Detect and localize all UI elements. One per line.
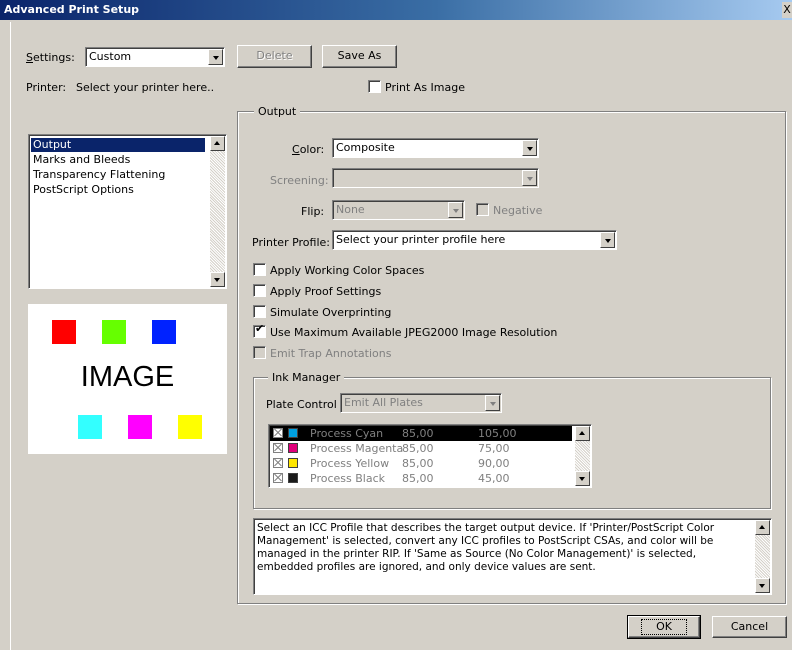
flip-value: None (336, 203, 365, 216)
ink-value-2: 90,00 (478, 457, 510, 470)
simulate-overprinting-label[interactable]: Simulate Overprinting (270, 306, 391, 319)
printer-label: Printer: (26, 81, 67, 94)
scroll-up-icon[interactable] (755, 520, 770, 535)
chevron-down-icon[interactable] (600, 232, 615, 248)
ink-swatch (288, 428, 298, 438)
delete-button[interactable]: Delete (237, 45, 312, 68)
swatch-blue (152, 320, 176, 344)
ink-disabled-icon (273, 458, 283, 468)
ink-disabled-icon (273, 443, 283, 453)
checkmark-icon: ✔ (255, 322, 265, 335)
ink-swatch (288, 458, 298, 468)
ink-name: Process Magenta (310, 442, 404, 455)
ink-row-process-cyan[interactable]: Process Cyan 85,00 105,00 (270, 426, 572, 441)
scroll-down-icon[interactable] (210, 272, 225, 287)
title-bar: Advanced Print Setup X (0, 0, 792, 20)
ink-value-1: 85,00 (402, 472, 434, 485)
ok-label: OK (641, 619, 687, 635)
preview-image-label: IMAGE (80, 361, 175, 393)
ok-button[interactable]: OK (627, 615, 701, 639)
sidebar-item-postscript-options[interactable]: PostScript Options (31, 183, 134, 197)
sidebar-item-output[interactable]: Output (31, 138, 205, 152)
ink-name: Process Yellow (310, 457, 390, 470)
apply-working-color-spaces-label[interactable]: Apply Working Color Spaces (270, 264, 424, 277)
negative-label[interactable]: Negative (493, 204, 542, 217)
settings-label: Settings: (26, 51, 75, 64)
printer-profile-label: Printer Profile: (252, 236, 330, 249)
flip-label: Flip: (301, 205, 325, 218)
settings-dropdown[interactable]: Custom (85, 47, 225, 67)
chevron-down-icon[interactable] (522, 170, 537, 186)
swatch-magenta (128, 415, 152, 439)
printer-profile-dropdown[interactable]: Select your printer profile here (332, 230, 617, 250)
scroll-up-icon[interactable] (210, 136, 225, 151)
ink-row-process-magenta[interactable]: Process Magenta 85,00 75,00 (270, 441, 572, 456)
use-max-jpeg2000-label[interactable]: Use Maximum Available JPEG2000 Image Res… (270, 326, 557, 339)
sidebar-item-transparency-flattening[interactable]: Transparency Flattening (31, 168, 165, 182)
flip-dropdown[interactable]: None (332, 200, 465, 220)
screening-dropdown[interactable] (332, 168, 539, 188)
ink-value-1: 85,00 (402, 442, 434, 455)
emit-trap-annotations-checkbox[interactable] (253, 346, 266, 359)
printer-value: Select your printer here.. (76, 81, 215, 94)
emit-trap-annotations-label[interactable]: Emit Trap Annotations (270, 347, 391, 360)
ink-disabled-icon (273, 473, 283, 483)
ink-manager-legend: Ink Manager (268, 371, 345, 384)
list-scrollbar[interactable] (210, 136, 225, 287)
description-text: Select an ICC Profile that describes the… (257, 522, 715, 573)
swatch-yellow (178, 415, 202, 439)
swatch-cyan (78, 415, 102, 439)
apply-proof-settings-label[interactable]: Apply Proof Settings (270, 285, 381, 298)
color-label: Color: (292, 143, 325, 156)
settings-value: Custom (89, 50, 132, 63)
description-box: Select an ICC Profile that describes the… (253, 518, 772, 595)
color-value: Composite (336, 141, 395, 154)
ink-row-process-black[interactable]: Process Black 85,00 45,00 (270, 471, 572, 486)
plate-control-dropdown[interactable]: Emit All Plates (340, 393, 502, 413)
ink-value-2: 75,00 (478, 442, 510, 455)
print-preview: IMAGE (28, 304, 227, 454)
ink-swatch (288, 443, 298, 453)
chevron-down-icon[interactable] (522, 140, 537, 156)
simulate-overprinting-checkbox[interactable] (253, 305, 266, 318)
sidebar-item-marks-and-bleeds[interactable]: Marks and Bleeds (31, 153, 130, 167)
negative-checkbox[interactable] (476, 203, 489, 216)
apply-proof-settings-checkbox[interactable] (253, 284, 266, 297)
category-list: Output Marks and Bleeds Transparency Fla… (28, 134, 227, 289)
color-dropdown[interactable]: Composite (332, 138, 539, 158)
ink-list: Process Cyan 85,00 105,00 Process Magent… (268, 424, 592, 488)
ink-value-1: 85,00 (402, 457, 434, 470)
ink-disabled-icon (273, 428, 283, 438)
ink-value-2: 105,00 (478, 427, 517, 440)
ink-row-process-yellow[interactable]: Process Yellow 85,00 90,00 (270, 456, 572, 471)
output-legend: Output (254, 105, 301, 118)
ink-value-2: 45,00 (478, 472, 510, 485)
apply-working-color-spaces-checkbox[interactable] (253, 263, 266, 276)
swatch-green (102, 320, 126, 344)
scroll-up-icon[interactable] (575, 426, 590, 441)
close-icon[interactable]: X (782, 2, 792, 18)
description-scrollbar[interactable] (755, 520, 770, 593)
print-as-image-checkbox[interactable] (368, 80, 381, 93)
chevron-down-icon[interactable] (208, 49, 223, 65)
window-title: Advanced Print Setup (4, 3, 140, 16)
scroll-down-icon[interactable] (755, 578, 770, 593)
ink-value-1: 85,00 (402, 427, 434, 440)
scroll-down-icon[interactable] (575, 471, 590, 486)
save-as-button[interactable]: Save As (322, 45, 397, 68)
printer-profile-value: Select your printer profile here (336, 233, 506, 246)
chevron-down-icon[interactable] (448, 202, 463, 218)
cancel-button[interactable]: Cancel (712, 616, 787, 638)
screening-label: Screening: (270, 174, 329, 187)
ink-list-scrollbar[interactable] (575, 426, 590, 486)
ink-name: Process Cyan (310, 427, 384, 440)
use-max-jpeg2000-checkbox[interactable]: ✔ (253, 322, 266, 338)
plate-control-value: Emit All Plates (344, 396, 423, 409)
ink-swatch (288, 473, 298, 483)
chevron-down-icon[interactable] (485, 395, 500, 411)
swatch-red (52, 320, 76, 344)
print-as-image-label[interactable]: Print As Image (385, 81, 465, 94)
plate-control-label: Plate Control (266, 398, 337, 411)
ink-name: Process Black (310, 472, 385, 485)
